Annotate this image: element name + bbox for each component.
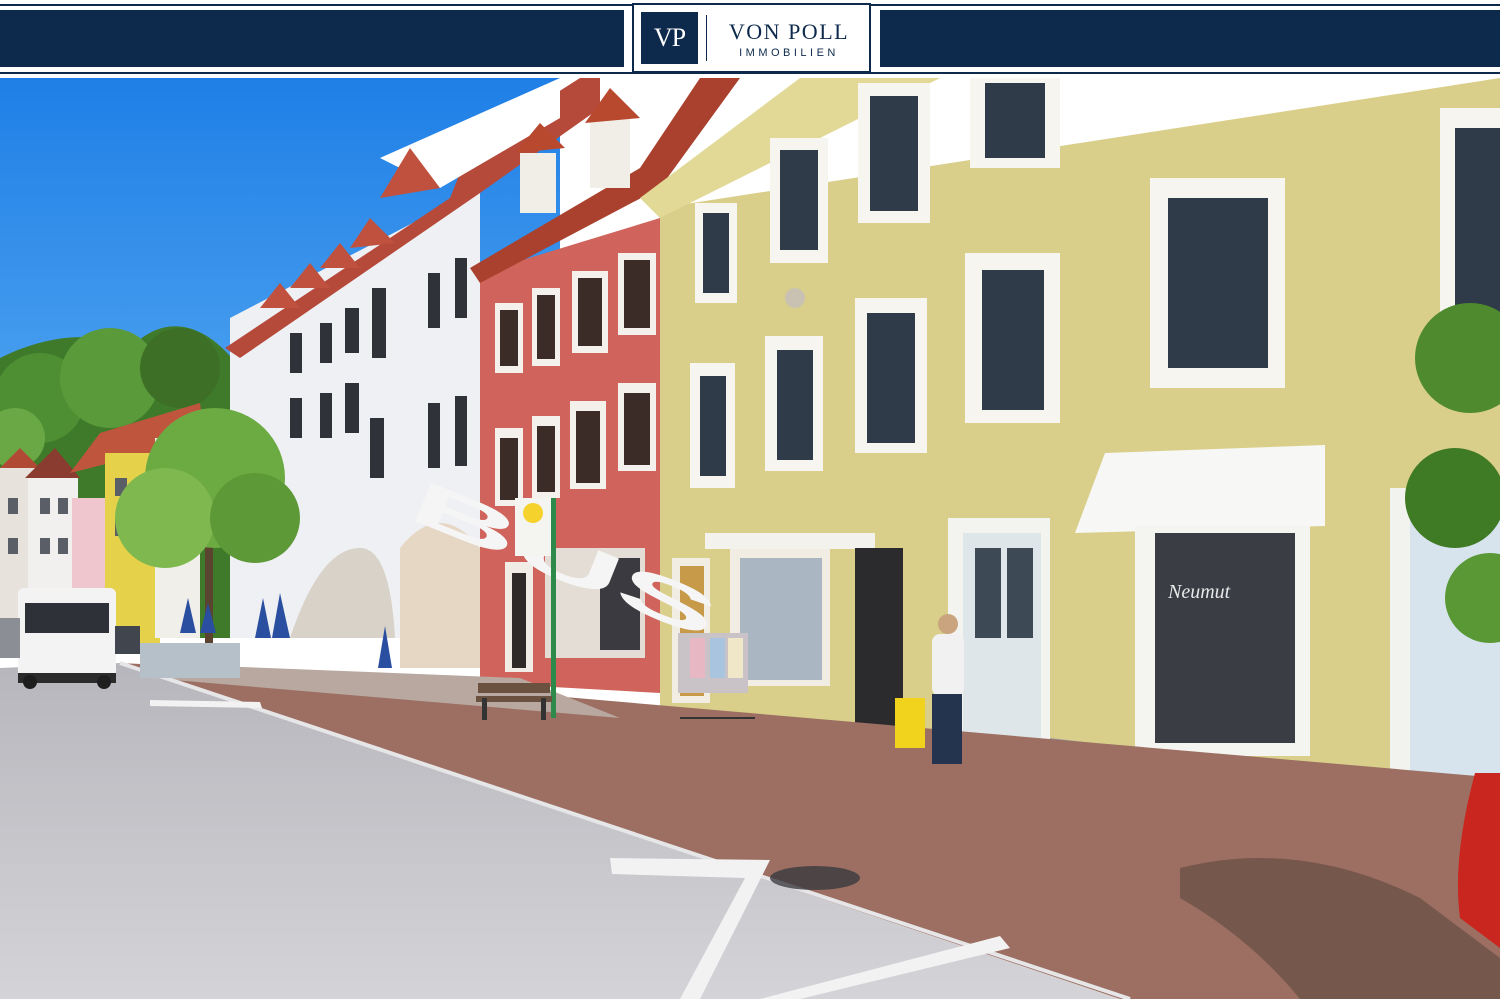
logo-divider: [706, 15, 707, 61]
banner-stripe-left: [0, 10, 624, 67]
logo-mark: VP: [641, 12, 698, 64]
yellow-building: Neumut: [640, 78, 1500, 818]
brand-subtitle: IMMOBILIEN: [739, 47, 839, 59]
brand-name: VON POLL: [728, 19, 850, 44]
shop-sign-text: Neumut: [1167, 581, 1231, 603]
banner-stripe-right: [880, 10, 1500, 67]
brand-logo: VP VON POLL IMMOBILIEN: [632, 3, 871, 73]
white-van: [18, 588, 116, 689]
street-photo: Neumut BUS: [0, 78, 1500, 999]
header-banner: VP VON POLL IMMOBILIEN: [0, 0, 1500, 78]
